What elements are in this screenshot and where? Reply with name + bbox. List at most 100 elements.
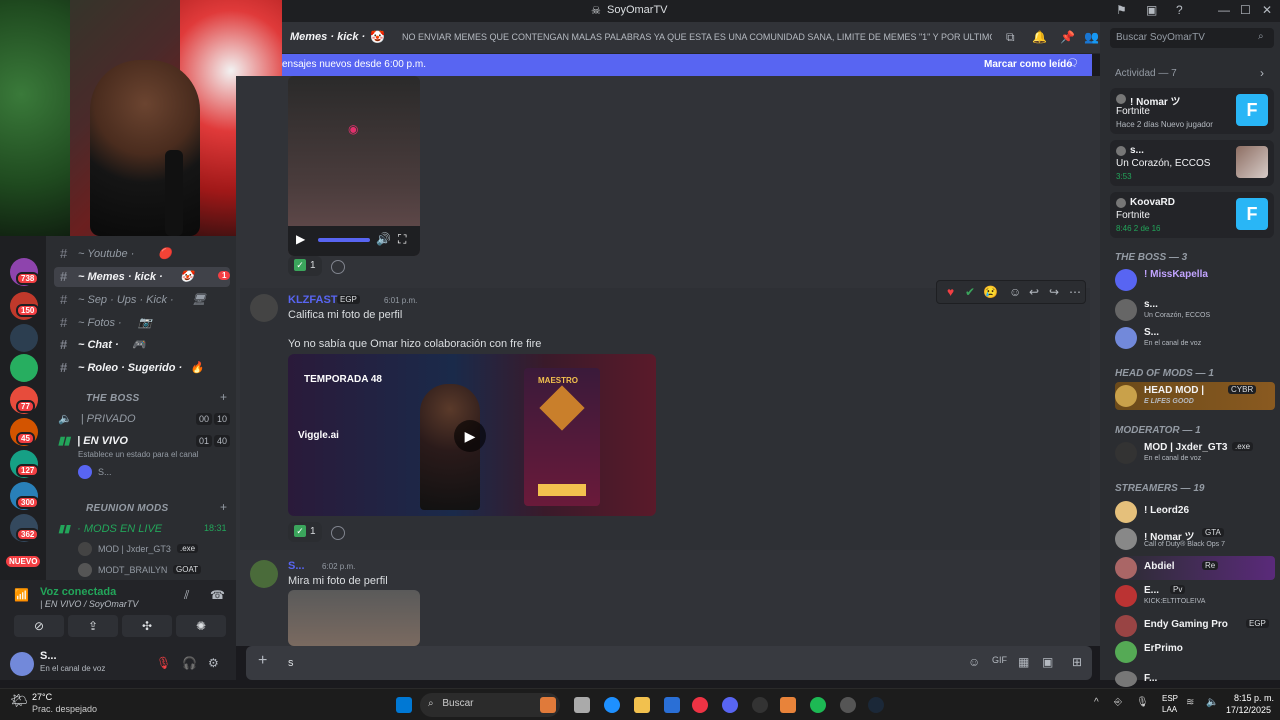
message-author[interactable]: KLZFAST	[288, 294, 338, 306]
clock-time[interactable]: 8:15 p. m.	[1234, 693, 1274, 703]
add-attachment-icon[interactable]: +	[258, 652, 267, 670]
camera-button[interactable]: ⊘	[14, 615, 64, 637]
voice-user-name[interactable]: MOD | Jxder_GT3	[98, 544, 171, 554]
channel-chat[interactable]: # ~ Chat · 🎮	[54, 335, 230, 355]
file-explorer-icon[interactable]	[634, 697, 650, 713]
member-item[interactable]: s... Un Corazón, ECCOS	[1115, 298, 1275, 322]
screen-icon[interactable]: ▣	[1146, 3, 1157, 17]
search-input[interactable]: Buscar SoyOmarTV ⌕	[1110, 28, 1274, 48]
play-icon[interactable]: ▶	[454, 420, 486, 452]
composer-input[interactable]: s	[288, 657, 294, 669]
widgets-icon[interactable]	[540, 697, 556, 713]
weather-icon[interactable]: 🌤	[10, 692, 28, 709]
category-reunion[interactable]: REUNION MODS	[86, 503, 169, 514]
app-icon[interactable]	[840, 697, 856, 713]
avatar[interactable]	[250, 560, 278, 588]
server-icon[interactable]	[10, 324, 38, 352]
maximize-icon[interactable]: ☐	[1240, 3, 1251, 17]
weather-temp[interactable]: 27°C	[32, 692, 52, 702]
server-icon[interactable]	[10, 354, 38, 382]
member-item[interactable]: S... En el canal de voz	[1115, 326, 1275, 350]
channel-roleo[interactable]: # ~ Roleo · Sugerido · 🔥	[54, 358, 230, 378]
settings-gear-icon[interactable]: ⚙	[208, 656, 219, 670]
signal-icon[interactable]: 📶	[14, 588, 29, 602]
keyboard-layout[interactable]: LAA	[1162, 705, 1177, 714]
video-progress[interactable]	[318, 238, 370, 242]
voice-channel-envivo[interactable]: ▮▮ | EN VIVO	[58, 434, 128, 447]
close-icon[interactable]: ✕	[1262, 3, 1272, 17]
chrome-icon[interactable]	[692, 697, 708, 713]
play-icon[interactable]: ▶	[296, 232, 305, 246]
category-boss[interactable]: THE BOSS	[86, 393, 140, 404]
windows-start-icon[interactable]	[396, 697, 412, 713]
member-item[interactable]: ! Nomar ツ GTA Call of Duty® Black Ops 7	[1115, 527, 1275, 551]
task-view-icon[interactable]	[574, 697, 590, 713]
reaction-check[interactable]: ✓ 1	[288, 256, 322, 276]
store-icon[interactable]	[664, 697, 680, 713]
reaction-check[interactable]: ✓ 1	[288, 522, 322, 542]
gift-icon[interactable]: ☺	[968, 655, 980, 669]
channel-youtube[interactable]: # ~ Youtube · 🔴	[54, 244, 230, 264]
obs-icon[interactable]	[752, 697, 768, 713]
add-channel-icon[interactable]: +	[220, 390, 227, 404]
spotify-icon[interactable]	[810, 697, 826, 713]
bell-icon[interactable]: 🔔	[1032, 30, 1047, 44]
network-icon[interactable]: ⎆	[1114, 697, 1122, 708]
forward-icon[interactable]: ↪	[1049, 285, 1059, 299]
message-author[interactable]: S...	[288, 560, 305, 572]
disconnect-icon[interactable]: ☎	[210, 588, 225, 602]
steam-icon[interactable]	[868, 697, 884, 713]
voice-connected-label[interactable]: Voz conectada	[40, 586, 116, 598]
chevron-up-icon[interactable]: ^	[1094, 697, 1099, 708]
clock-date[interactable]: 17/12/2025	[1226, 705, 1271, 715]
member-item[interactable]: E... Pv KICK:ELTITOLEIVA	[1115, 584, 1275, 608]
activity-card[interactable]: KoovaRD Fortnite 8:46 2 de 16 F	[1110, 192, 1274, 238]
wifi-icon[interactable]: ≋	[1186, 697, 1194, 708]
inbox-icon[interactable]: ⚑	[1116, 3, 1127, 17]
noise-suppress-icon[interactable]: ⫽	[184, 588, 189, 603]
channel-topic[interactable]: NO ENVIAR MEMES QUE CONTENGAN MALAS PALA…	[402, 32, 992, 42]
voice-channel-path[interactable]: | EN VIVO / SoyOmarTV	[40, 599, 138, 609]
voice-status-text[interactable]: Establece un estado para el canal	[78, 450, 199, 459]
member-item[interactable]: ! MissKapella	[1115, 268, 1275, 292]
more-icon[interactable]: ⋯	[1069, 285, 1081, 299]
fullscreen-icon[interactable]: ⛶	[398, 232, 406, 247]
activity-card[interactable]: s... Un Corazón, ECCOS 3:53	[1110, 140, 1274, 186]
member-item[interactable]: ! Leord26	[1115, 500, 1275, 524]
voice-channel-privado[interactable]: 🔈 | PRIVADO	[58, 412, 136, 425]
image-icon[interactable]: ▣	[1042, 655, 1053, 669]
video-attachment[interactable]: TEMPORADA 48 MAESTRO Viggle.ai ▶	[288, 354, 656, 516]
message-composer[interactable]: + s ☺ GIF ▦ ▣ ⊞	[246, 646, 1092, 680]
avatar[interactable]	[250, 294, 278, 322]
member-item[interactable]: Abdiel Re	[1115, 556, 1275, 580]
app-icon[interactable]	[780, 697, 796, 713]
help-icon[interactable]: ?	[1176, 3, 1183, 17]
image-attachment[interactable]	[288, 590, 420, 646]
microphone-icon[interactable]: 🎙	[1136, 697, 1149, 708]
avatar[interactable]	[10, 652, 34, 676]
channel-sepups[interactable]: # ~ Sep · Ups · Kick · 🖥	[54, 290, 230, 310]
add-reaction-icon[interactable]	[331, 260, 345, 274]
user-name[interactable]: S...	[40, 650, 57, 662]
channel-memes[interactable]: # ~ Memes · kick · 🤡 1	[54, 267, 231, 287]
pin-icon[interactable]: 📌	[1060, 30, 1075, 44]
add-channel-icon[interactable]: +	[220, 500, 227, 514]
check-reaction-icon[interactable]: ✔	[965, 285, 975, 299]
voice-channel-mods[interactable]: ▮▮ · MODS EN LIVE	[58, 522, 162, 535]
voice-user-name[interactable]: MODT_BRAILYN	[98, 565, 167, 575]
edge-icon[interactable]	[604, 697, 620, 713]
gif-icon[interactable]: GIF	[992, 655, 1007, 665]
heart-reaction-icon[interactable]: ♥	[947, 285, 954, 299]
headphones-icon[interactable]: 🎧	[182, 656, 197, 670]
member-item[interactable]: Endy Gaming Pro EGP	[1115, 614, 1275, 638]
mic-muted-icon[interactable]: 🎙	[156, 656, 171, 670]
activities-button[interactable]: ✣	[122, 615, 172, 637]
minimize-icon[interactable]: —	[1218, 3, 1230, 17]
language-indicator[interactable]: ESP	[1162, 694, 1178, 703]
sad-reaction-icon[interactable]: 😢	[983, 285, 998, 299]
weather-desc[interactable]: Prac. despejado	[32, 704, 97, 714]
add-reaction-icon[interactable]	[331, 526, 345, 540]
emoji-icon[interactable]: ☺	[1009, 285, 1021, 299]
threads-icon[interactable]: ⧉	[1006, 30, 1015, 45]
reply-icon[interactable]: ↩	[1029, 285, 1039, 299]
